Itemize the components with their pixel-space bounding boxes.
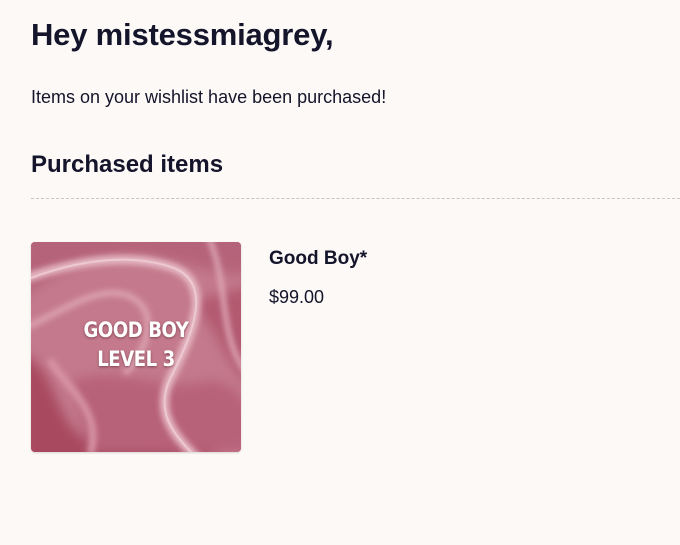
purchase-message: Items on your wishlist have been purchas… <box>31 87 387 107</box>
email-page: Hey mistessmiagrey, Items on your wishli… <box>0 0 680 545</box>
item-price: $99.00 <box>269 287 325 307</box>
thumbnail-caption: GOOD BOY LEVEL 3 <box>46 316 227 374</box>
section-divider <box>31 198 680 199</box>
thumbnail-caption-line: GOOD BOY <box>83 318 189 342</box>
thumbnail-caption-line: LEVEL 3 <box>97 347 175 371</box>
item-name-link[interactable]: Good Boy* <box>269 247 367 271</box>
item-thumbnail[interactable]: GOOD BOY LEVEL 3 <box>31 242 241 452</box>
greeting-heading: Hey mistessmiagrey, <box>31 17 334 52</box>
purchased-items-heading: Purchased items <box>31 151 224 178</box>
